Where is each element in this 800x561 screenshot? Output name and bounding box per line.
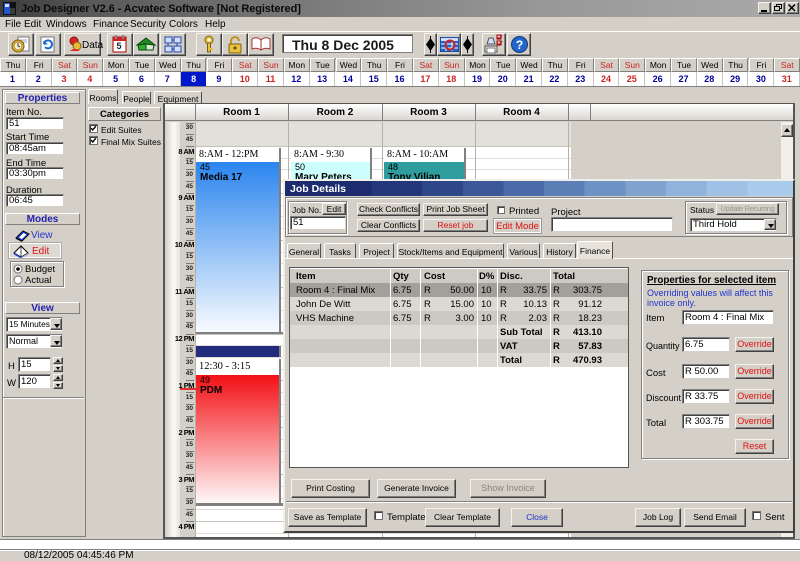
svg-text:?: ? — [516, 38, 523, 52]
svg-text:5: 5 — [116, 41, 121, 51]
